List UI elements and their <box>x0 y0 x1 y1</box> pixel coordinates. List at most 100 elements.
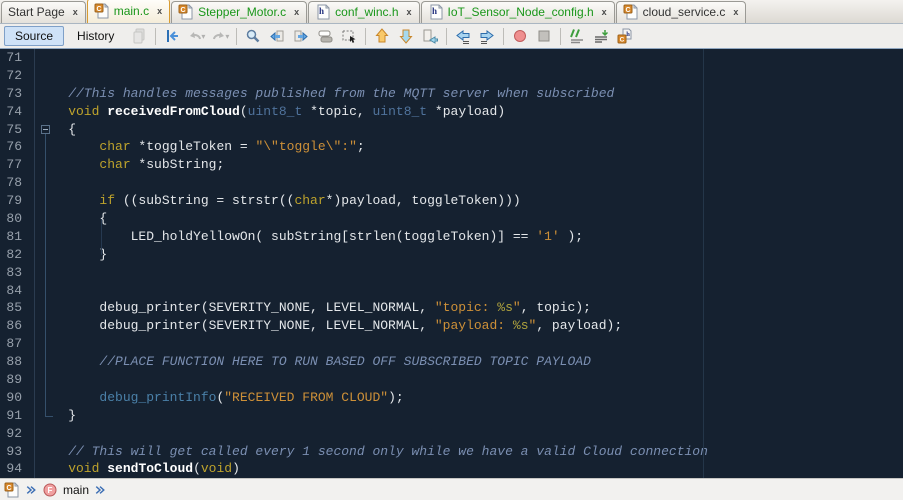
code-line-77[interactable]: 77 char *subString; <box>0 156 903 174</box>
code-line-86[interactable]: 86 debug_printer(SEVERITY_NONE, LEVEL_NO… <box>0 317 903 335</box>
code-line-80[interactable]: 80 { <box>0 210 903 228</box>
code-line-85[interactable]: 85 debug_printer(SEVERITY_NONE, LEVEL_NO… <box>0 299 903 317</box>
code-line-92[interactable]: 92 <box>0 425 903 443</box>
code-line-76[interactable]: 76 char *toggleToken = "\"toggle\":"; <box>0 138 903 156</box>
code-line-93[interactable]: 93 // This will get called every 1 secon… <box>0 443 903 461</box>
line-number[interactable]: 82 <box>0 246 35 264</box>
line-number[interactable]: 83 <box>0 264 35 282</box>
code-line-84[interactable]: 84 <box>0 282 903 300</box>
code-line-89[interactable]: 89 <box>0 371 903 389</box>
code-text[interactable]: void sendToCloud(void) <box>35 460 240 478</box>
line-number[interactable]: 76 <box>0 138 35 156</box>
code-line-88[interactable]: 88 //PLACE FUNCTION HERE TO RUN BASED OF… <box>0 353 903 371</box>
code-line-75[interactable]: 75 { <box>0 121 903 139</box>
code-line-94[interactable]: 94 void sendToCloud(void) <box>0 460 903 478</box>
line-number[interactable]: 88 <box>0 353 35 371</box>
code-line-73[interactable]: 73 //This handles messages published fro… <box>0 85 903 103</box>
line-number[interactable]: 81 <box>0 228 35 246</box>
code-line-91[interactable]: 91 } <box>0 407 903 425</box>
last-edit-position-icon[interactable] <box>161 25 183 47</box>
code-line-82[interactable]: 82 } <box>0 246 903 264</box>
fold-collapse-icon[interactable] <box>41 125 50 134</box>
line-number[interactable]: 89 <box>0 371 35 389</box>
tab-iot-sensor-node-config-h[interactable]: hIoT_Sensor_Node_config.hx <box>421 1 615 23</box>
code-line-83[interactable]: 83 <box>0 264 903 282</box>
code-text[interactable]: char *toggleToken = "\"toggle\":"; <box>35 138 365 156</box>
code-text[interactable]: debug_printInfo("RECEIVED FROM CLOUD"); <box>35 389 404 407</box>
tab-conf-winc-h[interactable]: hconf_winc.hx <box>308 1 419 23</box>
code-text[interactable]: char *subString; <box>35 156 224 174</box>
close-icon[interactable]: x <box>407 7 412 17</box>
close-icon[interactable]: x <box>294 7 299 17</box>
code-line-74[interactable]: 74 void receivedFromCloud(uint8_t *topic… <box>0 103 903 121</box>
code-text[interactable] <box>35 49 37 67</box>
code-line-71[interactable]: 71 <box>0 49 903 67</box>
code-text[interactable]: if ((subString = strstr((char*)payload, … <box>35 192 521 210</box>
line-number[interactable]: 73 <box>0 85 35 103</box>
close-icon[interactable]: x <box>602 7 607 17</box>
code-text[interactable] <box>35 264 37 282</box>
line-number[interactable]: 87 <box>0 335 35 353</box>
stop-macro-recording-icon[interactable] <box>533 25 555 47</box>
code-line-78[interactable]: 78 <box>0 174 903 192</box>
code-text[interactable] <box>35 371 37 389</box>
code-text[interactable]: //PLACE FUNCTION HERE TO RUN BASED OFF S… <box>35 353 591 371</box>
code-text[interactable]: debug_printer(SEVERITY_NONE, LEVEL_NORMA… <box>35 317 622 335</box>
line-number[interactable]: 85 <box>0 299 35 317</box>
code-text[interactable]: LED_holdYellowOn( subString[strlen(toggl… <box>35 228 583 246</box>
code-text[interactable] <box>35 335 37 353</box>
code-line-81[interactable]: 81 LED_holdYellowOn( subString[strlen(to… <box>0 228 903 246</box>
code-text[interactable] <box>35 67 37 85</box>
code-line-72[interactable]: 72 <box>0 67 903 85</box>
line-number[interactable]: 78 <box>0 174 35 192</box>
comment-icon[interactable] <box>566 25 588 47</box>
line-number[interactable]: 71 <box>0 49 35 67</box>
line-number[interactable]: 77 <box>0 156 35 174</box>
tab-stepper-motor-c[interactable]: CStepper_Motor.cx <box>171 1 307 23</box>
find-next-icon[interactable] <box>290 25 312 47</box>
line-number[interactable]: 86 <box>0 317 35 335</box>
code-text[interactable] <box>35 425 37 443</box>
next-bookmark-icon[interactable] <box>395 25 417 47</box>
start-macro-recording-icon[interactable] <box>509 25 531 47</box>
source-view-button[interactable]: Source <box>4 26 64 46</box>
uncomment-icon[interactable] <box>590 25 612 47</box>
code-text[interactable]: // This will get called every 1 second o… <box>35 443 708 461</box>
code-text[interactable] <box>35 282 37 300</box>
tab-start-page[interactable]: Start Pagex <box>1 1 86 23</box>
code-text[interactable]: //This handles messages published from t… <box>35 85 614 103</box>
line-number[interactable]: 90 <box>0 389 35 407</box>
code-editor[interactable]: 717273 //This handles messages published… <box>0 49 903 478</box>
toggle-header-source-icon[interactable]: hC <box>614 25 636 47</box>
line-number[interactable]: 84 <box>0 282 35 300</box>
code-text[interactable]: debug_printer(SEVERITY_NONE, LEVEL_NORMA… <box>35 299 591 317</box>
chevron-right-icon[interactable] <box>94 484 106 496</box>
close-icon[interactable]: x <box>157 6 162 16</box>
line-number[interactable]: 92 <box>0 425 35 443</box>
code-text[interactable]: } <box>35 407 76 425</box>
code-text[interactable] <box>35 174 37 192</box>
toggle-bookmark-icon[interactable] <box>419 25 441 47</box>
tab-main-c[interactable]: Cmain.cx <box>87 0 170 23</box>
c-file-icon[interactable]: C <box>4 482 20 498</box>
code-text[interactable]: void receivedFromCloud(uint8_t *topic, u… <box>35 103 505 121</box>
close-icon[interactable]: x <box>733 7 738 17</box>
line-number[interactable]: 74 <box>0 103 35 121</box>
chevron-right-icon[interactable] <box>25 484 37 496</box>
line-number[interactable]: 93 <box>0 443 35 461</box>
tab-cloud-service-c[interactable]: Ccloud_service.cx <box>616 1 747 23</box>
code-line-79[interactable]: 79 if ((subString = strstr((char*)payloa… <box>0 192 903 210</box>
shift-line-right-icon[interactable] <box>476 25 498 47</box>
code-line-90[interactable]: 90 debug_printInfo("RECEIVED FROM CLOUD"… <box>0 389 903 407</box>
line-number[interactable]: 75 <box>0 121 35 139</box>
line-number[interactable]: 91 <box>0 407 35 425</box>
shift-line-left-icon[interactable] <box>452 25 474 47</box>
close-icon[interactable]: x <box>73 7 78 17</box>
find-selection-icon[interactable] <box>242 25 264 47</box>
code-line-87[interactable]: 87 <box>0 335 903 353</box>
breadcrumb-function-label[interactable]: main <box>63 483 89 497</box>
line-number[interactable]: 79 <box>0 192 35 210</box>
previous-bookmark-icon[interactable] <box>371 25 393 47</box>
history-view-button[interactable]: History <box>66 26 125 46</box>
find-previous-icon[interactable] <box>266 25 288 47</box>
